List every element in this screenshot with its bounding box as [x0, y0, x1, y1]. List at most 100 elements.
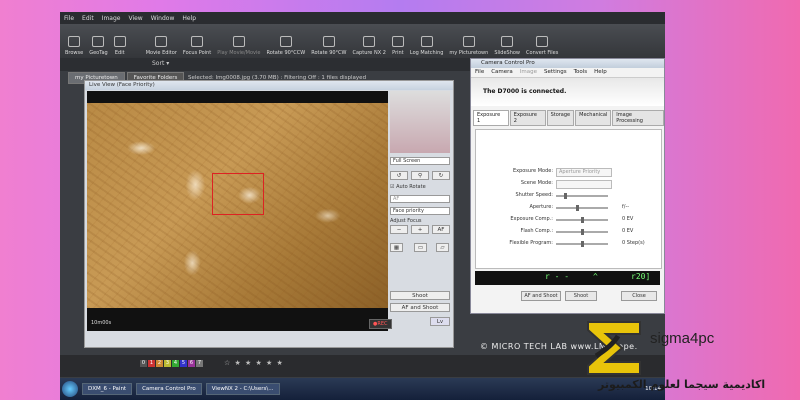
- brand-arabic-tagline: اكاديمية سيجما لعلوم الكمبيوتر: [598, 378, 766, 391]
- log-matching-button[interactable]: Log Matching: [407, 24, 447, 56]
- menu-window[interactable]: Window: [151, 15, 175, 22]
- brand-name: sigma4pc: [650, 330, 715, 347]
- rotate-cw-icon: ↻: [438, 173, 444, 179]
- slider-knob[interactable]: [581, 217, 584, 223]
- live-view-sidebar: Full Screen ↺ ⚲ ↻ ☑ Auto Rotate AF Face …: [390, 91, 450, 341]
- folder-button[interactable]: ▱: [436, 243, 449, 252]
- edit-button[interactable]: Edit: [111, 24, 129, 56]
- exposure-mode-row: Exposure Mode: Aperture Priority: [476, 168, 661, 178]
- label-5[interactable]: 5: [180, 360, 187, 367]
- taskbar-item-camera-control[interactable]: Camera Control Pro: [136, 383, 202, 395]
- preview-panel: [390, 91, 450, 153]
- exposure-settings-panel: Exposure Mode: Aperture Priority Scene Mo…: [475, 129, 662, 269]
- my-picturetown-button[interactable]: my Picturetown: [446, 24, 491, 56]
- live-view-toggle-button[interactable]: Lv: [430, 317, 450, 326]
- rotate-cw-button[interactable]: Rotate 90°CW: [308, 24, 349, 56]
- film-icon: [155, 36, 168, 47]
- tab-mechanical[interactable]: Mechanical: [575, 110, 612, 126]
- sort-dropdown[interactable]: Sort ▾: [152, 60, 169, 67]
- auto-rotate-checkbox[interactable]: ☑ Auto Rotate: [390, 184, 426, 190]
- label-2[interactable]: 2: [156, 360, 163, 367]
- slider-knob[interactable]: [581, 241, 584, 247]
- print-button[interactable]: Print: [389, 24, 407, 56]
- white-balance-button[interactable]: ▭: [414, 243, 427, 252]
- microscope-image: [87, 103, 388, 308]
- slider-knob[interactable]: [576, 205, 579, 211]
- sigma4pc-logo: [587, 321, 641, 375]
- camera-control-tabs: Exposure 1 Exposure 2 Storage Mechanical…: [471, 110, 664, 126]
- menu-image[interactable]: Image: [102, 15, 121, 22]
- cc-menu-file[interactable]: File: [475, 68, 484, 77]
- cc-menu-camera[interactable]: Camera: [491, 68, 513, 77]
- movie-editor-button[interactable]: Movie Editor: [143, 24, 180, 56]
- slideshow-button[interactable]: SlideShow: [491, 24, 523, 56]
- tab-exposure-2[interactable]: Exposure 2: [509, 110, 546, 126]
- tab-exposure-1[interactable]: Exposure 1: [473, 110, 509, 126]
- zoom-button[interactable]: ⚲: [411, 171, 429, 180]
- camera-control-menubar: File Camera Image Settings Tools Help: [471, 68, 664, 78]
- rotate-ccw-button[interactable]: Rotate 90°CCW: [263, 24, 308, 56]
- label-6[interactable]: 6: [188, 360, 195, 367]
- exposure-mode-select[interactable]: Aperture Priority: [556, 168, 612, 177]
- rotate-cw-icon: [322, 36, 335, 47]
- cc-menu-image[interactable]: Image: [520, 68, 537, 77]
- flexible-program-slider[interactable]: [556, 241, 608, 247]
- rotate-ccw-icon: [279, 36, 292, 47]
- browse-button[interactable]: Browse: [62, 24, 86, 56]
- label-4[interactable]: 4: [172, 360, 179, 367]
- af-and-shoot-button[interactable]: AF and Shoot: [390, 303, 450, 312]
- rotate-ccw-icon: ↺: [396, 173, 402, 179]
- play-movie-button[interactable]: Play Movie/Movie: [214, 24, 263, 56]
- play-icon: [232, 36, 245, 47]
- taskbar-item-paint[interactable]: DXM_6 - Paint: [82, 383, 133, 395]
- label-1[interactable]: 1: [148, 360, 155, 367]
- scene-mode-select[interactable]: [556, 180, 612, 189]
- shoot-button[interactable]: Shoot: [390, 291, 450, 300]
- rec-button[interactable]: ●REC: [369, 319, 392, 329]
- start-button[interactable]: [62, 381, 78, 397]
- flash-comp-slider[interactable]: [556, 229, 608, 235]
- cc-menu-help[interactable]: Help: [594, 68, 607, 77]
- grid-icon: ▦: [393, 245, 400, 251]
- grid-button[interactable]: ▦: [390, 243, 403, 252]
- menu-help[interactable]: Help: [182, 15, 196, 22]
- capture-nx2-button[interactable]: Capture NX 2: [350, 24, 389, 56]
- label-0[interactable]: 0: [140, 360, 147, 367]
- shutter-speed-slider[interactable]: [556, 193, 608, 199]
- convert-icon: [536, 36, 549, 47]
- tab-storage[interactable]: Storage: [546, 110, 575, 126]
- af-area-select[interactable]: Face priority: [390, 207, 450, 215]
- rotate-left-button[interactable]: ↺: [390, 171, 408, 180]
- display-mode-select[interactable]: Full Screen: [390, 157, 450, 165]
- cc-af-and-shoot-button[interactable]: AF and Shoot: [521, 291, 561, 301]
- menu-edit[interactable]: Edit: [82, 15, 94, 22]
- slider-knob[interactable]: [581, 229, 584, 235]
- slider-knob[interactable]: [564, 193, 567, 199]
- cc-close-button[interactable]: Close: [621, 291, 657, 301]
- menu-file[interactable]: File: [64, 15, 74, 22]
- focus-plus-button[interactable]: +: [411, 225, 429, 234]
- focus-point-icon: [191, 36, 204, 47]
- label-3[interactable]: 3: [164, 360, 171, 367]
- taskbar-item-viewnx[interactable]: ViewNX 2 - C:\Users\...: [205, 383, 280, 395]
- focus-minus-button[interactable]: −: [390, 225, 408, 234]
- color-labels: 0 1 2 3 4 5 6 7: [140, 360, 203, 367]
- menu-view[interactable]: View: [128, 15, 142, 22]
- focus-area-box[interactable]: [212, 173, 264, 215]
- label-7[interactable]: 7: [196, 360, 203, 367]
- flexible-program-row: Flexible Program: 0 Step(s): [509, 240, 645, 247]
- convert-files-button[interactable]: Convert Files: [523, 24, 561, 56]
- cc-menu-settings[interactable]: Settings: [544, 68, 567, 77]
- rotate-right-button[interactable]: ↻: [432, 171, 450, 180]
- log-icon: [420, 36, 433, 47]
- af-mode-select[interactable]: AF: [390, 195, 450, 203]
- autofocus-button[interactable]: AF: [432, 225, 450, 234]
- geotag-button[interactable]: GeoTag: [86, 24, 110, 56]
- cc-shoot-button[interactable]: Shoot: [565, 291, 597, 301]
- tab-image-processing[interactable]: Image Processing: [612, 110, 664, 126]
- focus-point-button[interactable]: Focus Point: [180, 24, 214, 56]
- rating-stars[interactable]: ☆ ★ ★ ★ ★ ★: [224, 359, 284, 367]
- aperture-slider[interactable]: [556, 205, 608, 211]
- cc-menu-tools[interactable]: Tools: [574, 68, 588, 77]
- exposure-comp-slider[interactable]: [556, 217, 608, 223]
